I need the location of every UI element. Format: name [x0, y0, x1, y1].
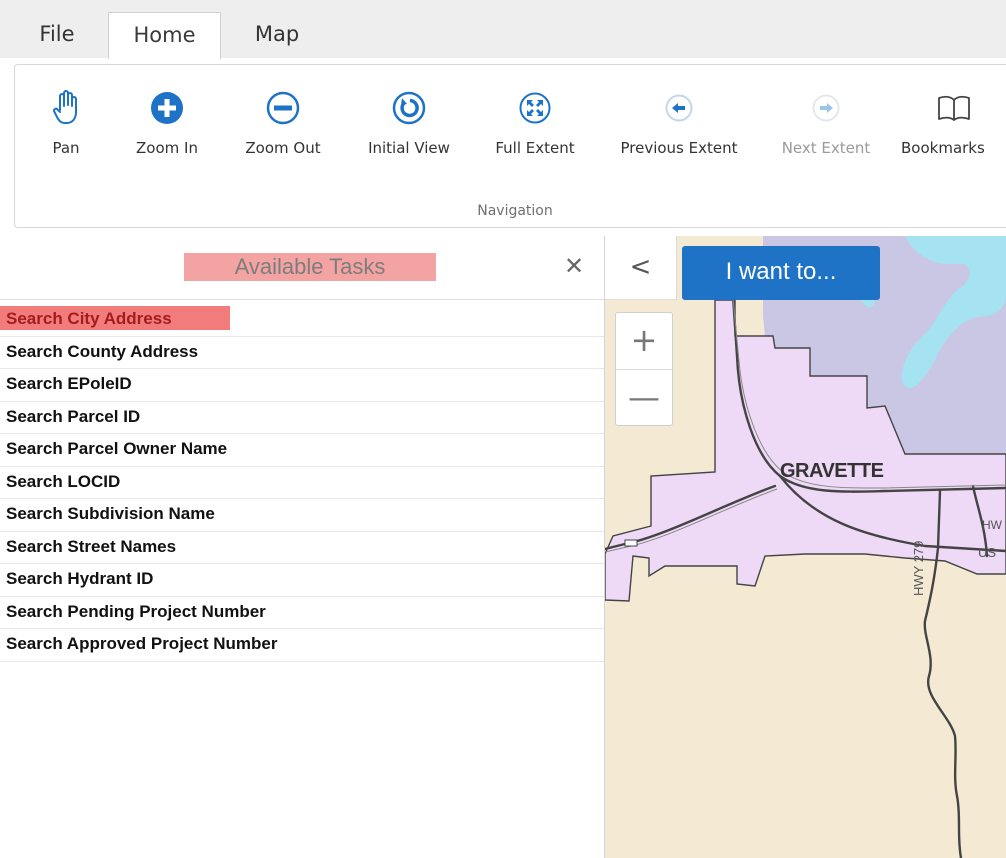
ribbon-home-panel: Pan Zoom In Zoom Out Initial View Full E… — [14, 64, 1006, 228]
close-icon[interactable]: ✕ — [560, 252, 588, 280]
ribbon-tab-bar: File Home Map — [0, 0, 1006, 59]
previous-extent-button[interactable]: Previous Extent — [609, 83, 749, 157]
us-route-label: US — [978, 545, 997, 560]
task-label: Search Approved Project Number — [6, 634, 278, 653]
pan-button[interactable]: Pan — [49, 83, 83, 157]
next-extent-icon — [771, 83, 881, 133]
task-search-parcel-owner-name[interactable]: Search Parcel Owner Name — [0, 434, 604, 467]
previous-extent-label: Previous Extent — [620, 139, 738, 157]
panel-header: Available Tasks ✕ — [0, 236, 604, 300]
task-label: Search City Address — [6, 309, 172, 328]
task-search-approved-project-number[interactable]: Search Approved Project Number — [0, 629, 604, 662]
task-search-street-names[interactable]: Search Street Names — [0, 532, 604, 564]
task-search-pending-project-number[interactable]: Search Pending Project Number — [0, 597, 604, 629]
tab-home[interactable]: Home — [108, 12, 221, 59]
full-extent-icon — [487, 83, 583, 133]
task-search-subdivision-name[interactable]: Search Subdivision Name — [0, 499, 604, 532]
zoom-out-label: Zoom Out — [245, 139, 321, 157]
bookmarks-icon — [901, 83, 1006, 133]
city-label: GRAVETTE — [780, 460, 884, 482]
zoom-out-icon — [237, 83, 329, 133]
highway-label-partial: HW — [982, 518, 1002, 532]
navigation-group-label: Navigation — [477, 203, 553, 219]
task-search-city-address[interactable]: Search City Address — [0, 304, 604, 337]
bookmarks-button[interactable]: Bookmarks — [901, 83, 1006, 157]
bookmarks-label: Bookmarks — [901, 139, 985, 157]
available-tasks-panel: Available Tasks ✕ Search City Address Se… — [0, 236, 605, 858]
tab-file[interactable]: File — [22, 12, 92, 59]
map-view[interactable]: < I want to... + — GRAVETTE HWY 279 US H… — [605, 236, 1006, 858]
zoom-in-label: Zoom In — [136, 139, 198, 157]
i-want-to-button[interactable]: I want to... — [682, 246, 880, 300]
map-zoom-out-button[interactable]: — — [616, 369, 672, 425]
previous-extent-icon — [609, 83, 749, 133]
pan-label: Pan — [52, 139, 80, 157]
task-list: Search City Address Search County Addres… — [0, 304, 604, 662]
tab-map[interactable]: Map — [232, 12, 322, 59]
next-extent-label: Next Extent — [781, 139, 871, 157]
panel-title: Available Tasks — [184, 253, 436, 281]
task-search-locid[interactable]: Search LOCID — [0, 467, 604, 499]
task-label: Search EPoleID — [6, 374, 132, 393]
task-label: Search Parcel Owner Name — [6, 439, 228, 458]
full-extent-label: Full Extent — [495, 139, 575, 157]
hand-icon — [49, 83, 83, 133]
initial-view-label: Initial View — [368, 139, 450, 157]
task-label: Search LOCID — [6, 471, 121, 491]
highway-label: HWY 279 — [911, 540, 926, 596]
task-label: Search Pending Project Number — [6, 601, 266, 621]
zoom-in-button[interactable]: Zoom In — [129, 83, 205, 157]
zoom-in-icon — [129, 83, 205, 133]
initial-view-button[interactable]: Initial View — [359, 83, 459, 157]
map-zoom-in-button[interactable]: + — [616, 313, 672, 369]
initial-view-icon — [359, 83, 459, 133]
task-label: Search County Address — [6, 341, 199, 361]
task-search-hydrant-id[interactable]: Search Hydrant ID — [0, 564, 604, 597]
task-label: Search Street Names — [6, 536, 177, 556]
zoom-out-button[interactable]: Zoom Out — [237, 83, 329, 157]
task-label: Search Parcel ID — [6, 406, 141, 426]
task-search-epoleid[interactable]: Search EPoleID — [0, 369, 604, 402]
panel-toggle-button[interactable]: < — [605, 236, 677, 300]
task-label: Search Hydrant ID — [6, 569, 154, 588]
map-zoom-control: + — — [615, 312, 673, 426]
task-label: Search Subdivision Name — [6, 504, 215, 523]
task-search-parcel-id[interactable]: Search Parcel ID — [0, 402, 604, 434]
task-search-county-address[interactable]: Search County Address — [0, 337, 604, 369]
next-extent-button[interactable]: Next Extent — [771, 83, 881, 157]
full-extent-button[interactable]: Full Extent — [487, 83, 583, 157]
